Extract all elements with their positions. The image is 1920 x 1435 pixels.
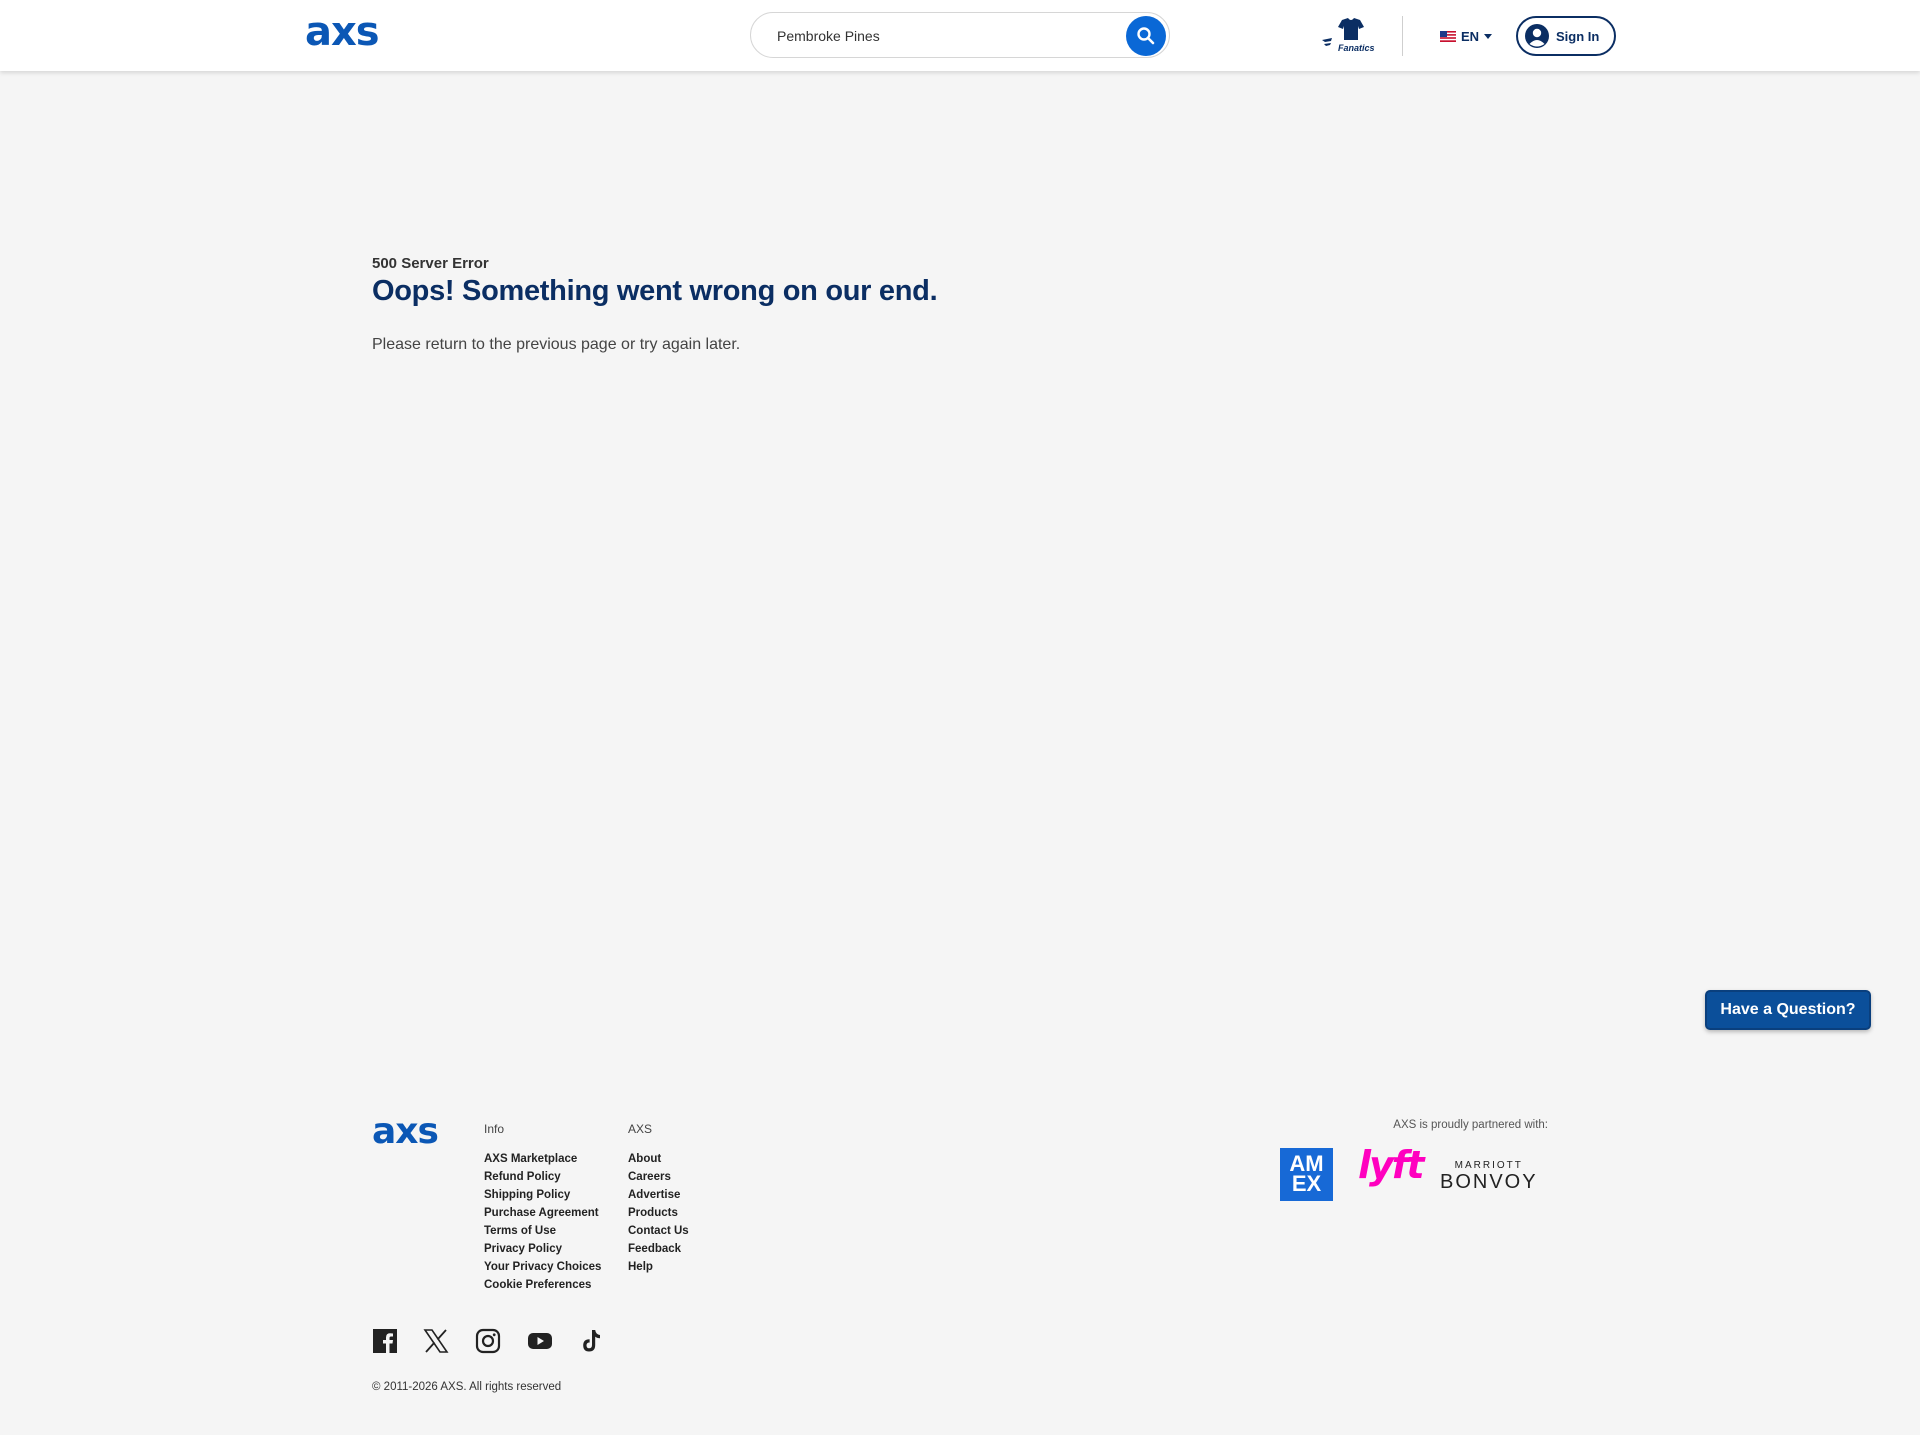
footer-axs-heading: AXS bbox=[628, 1122, 653, 1136]
footer-link-privacy-policy[interactable]: Privacy Policy bbox=[484, 1240, 601, 1258]
footer-axs-logo[interactable]: axs bbox=[372, 1114, 439, 1150]
axs-logo[interactable]: axs bbox=[305, 12, 380, 52]
footer-link-shipping-policy[interactable]: Shipping Policy bbox=[484, 1186, 601, 1204]
footer-link-refund-policy[interactable]: Refund Policy bbox=[484, 1168, 601, 1186]
caret-down-icon bbox=[1484, 33, 1493, 39]
x-icon[interactable] bbox=[423, 1328, 449, 1354]
header-divider bbox=[1402, 16, 1403, 56]
fanatics-label: Fanatics bbox=[1338, 43, 1375, 53]
footer-link-contact-us[interactable]: Contact Us bbox=[628, 1222, 689, 1240]
tiktok-icon[interactable] bbox=[578, 1328, 604, 1354]
have-a-question-button[interactable]: Have a Question? bbox=[1705, 990, 1871, 1030]
facebook-icon[interactable] bbox=[372, 1328, 398, 1354]
footer-link-products[interactable]: Products bbox=[628, 1204, 689, 1222]
lyft-logo[interactable]: lyft bbox=[1358, 1146, 1424, 1184]
site-header: axs Fanatics EN bbox=[0, 0, 1920, 71]
error-description: Please return to the previous page or tr… bbox=[372, 336, 741, 353]
footer-link-feedback[interactable]: Feedback bbox=[628, 1240, 689, 1258]
marriott-label: MARRIOTT bbox=[1454, 1160, 1523, 1171]
language-selector[interactable]: EN bbox=[1440, 26, 1493, 46]
footer-link-your-privacy-choices[interactable]: Your Privacy Choices bbox=[484, 1258, 601, 1276]
footer-link-axs-marketplace[interactable]: AXS Marketplace bbox=[484, 1150, 601, 1168]
search-input[interactable] bbox=[775, 22, 1109, 50]
tshirt-icon bbox=[1322, 18, 1364, 46]
instagram-icon[interactable] bbox=[475, 1328, 501, 1354]
language-code: EN bbox=[1461, 28, 1480, 44]
us-flag-icon bbox=[1440, 30, 1456, 42]
footer-link-careers[interactable]: Careers bbox=[628, 1168, 689, 1186]
footer-link-help[interactable]: Help bbox=[628, 1258, 689, 1276]
footer-info-heading: Info bbox=[484, 1122, 505, 1136]
copyright: © 2011-2026 AXS. All rights reserved bbox=[372, 1381, 562, 1393]
amex-logo[interactable]: AM EX bbox=[1280, 1148, 1333, 1201]
bonvoy-label: BONVOY bbox=[1440, 1171, 1538, 1193]
sign-in-label: Sign In bbox=[1556, 28, 1600, 44]
search-icon bbox=[1137, 27, 1155, 45]
search-button[interactable] bbox=[1126, 16, 1166, 56]
fanatics-link[interactable]: Fanatics bbox=[1318, 16, 1380, 56]
footer-link-terms-of-use[interactable]: Terms of Use bbox=[484, 1222, 601, 1240]
footer-link-cookie-preferences[interactable]: Cookie Preferences bbox=[484, 1276, 601, 1294]
youtube-icon[interactable] bbox=[527, 1328, 553, 1354]
amex-logo-line2: EX bbox=[1291, 1171, 1322, 1196]
footer-info-column: Info AXS Marketplace Refund Policy Shipp… bbox=[484, 1122, 601, 1294]
footer-link-about[interactable]: About bbox=[628, 1150, 689, 1168]
footer-link-advertise[interactable]: Advertise bbox=[628, 1186, 689, 1204]
search-box bbox=[750, 12, 1170, 58]
footer-link-purchase-agreement[interactable]: Purchase Agreement bbox=[484, 1204, 601, 1222]
sign-in-button[interactable]: Sign In bbox=[1516, 16, 1616, 56]
user-avatar-icon bbox=[1525, 24, 1549, 48]
partners-label: AXS is proudly partnered with: bbox=[1393, 1119, 1548, 1131]
error-title: Oops! Something went wrong on our end. bbox=[372, 275, 938, 307]
marriott-bonvoy-logo[interactable]: MARRIOTT BONVOY bbox=[1440, 1160, 1538, 1193]
error-code: 500 Server Error bbox=[372, 255, 489, 272]
footer-axs-column: AXS About Careers Advertise Products Con… bbox=[628, 1122, 689, 1276]
